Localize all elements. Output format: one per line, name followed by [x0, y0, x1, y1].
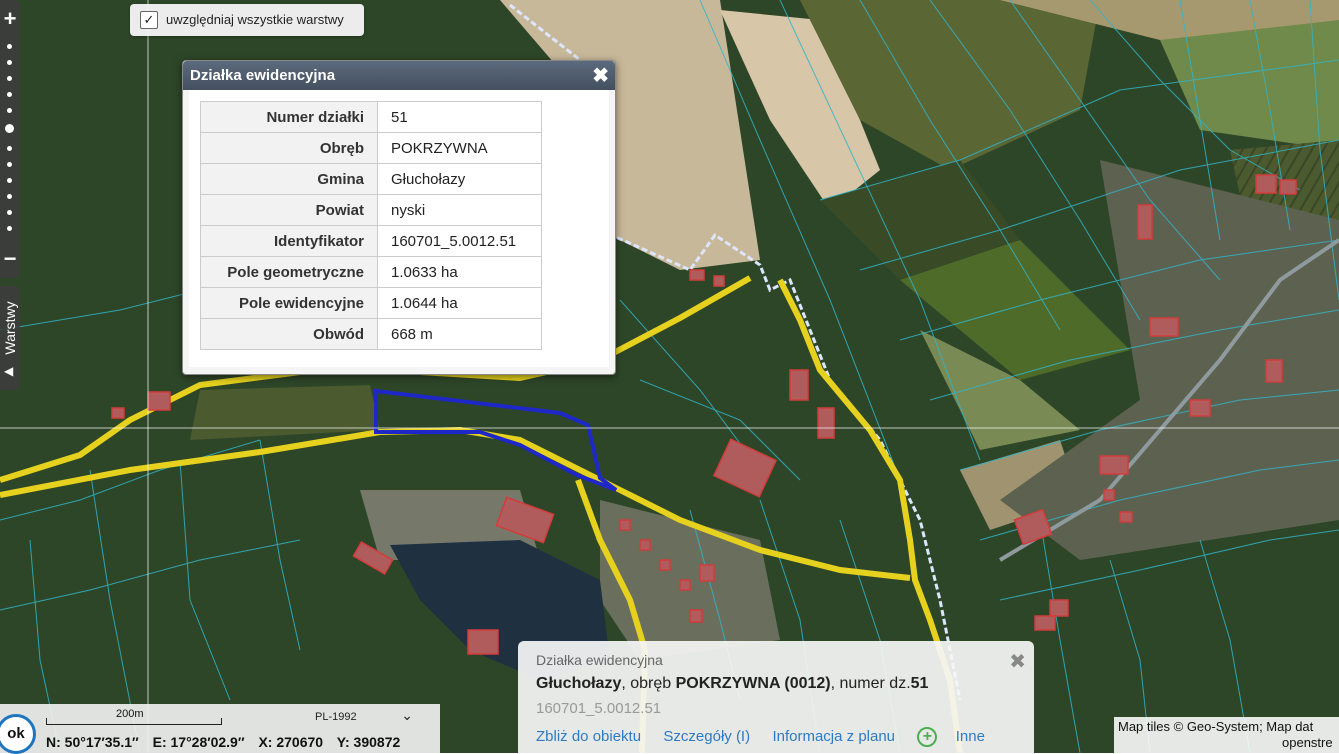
plus-circle-icon[interactable]: + [917, 727, 938, 747]
close-icon[interactable]: ✖ [1009, 649, 1026, 674]
attr-label: Pole geometryczne [200, 256, 378, 288]
attr-value: 668 m [377, 318, 542, 350]
triangle-left-icon: ◀ [4, 364, 14, 378]
info-summary: Głuchołazy, obręb POKRZYWNA (0012), nume… [536, 675, 928, 693]
coord-n: N: 50°17′35.1″ [46, 734, 139, 750]
coord-x: X: 270670 [258, 734, 324, 750]
zoom-level-dot[interactable] [7, 146, 12, 151]
zoom-level-dot[interactable] [7, 44, 12, 49]
zoom-level-dot[interactable] [7, 178, 12, 183]
scale-bar [46, 718, 222, 725]
all-layers-label: uwzględniaj wszystkie warstwy [166, 12, 344, 27]
attr-value: 160701_5.0012.51 [377, 225, 542, 257]
attr-value: 1.0633 ha [377, 256, 542, 288]
zoom-level-dot[interactable] [7, 76, 12, 81]
plan-info-link[interactable]: Informacja z planu [772, 728, 895, 745]
attr-label: Powiat [200, 194, 378, 226]
crs-select[interactable]: PL-1992 ⌄ [313, 707, 417, 725]
ok-button[interactable]: ok [0, 714, 36, 754]
info-obreb: POKRZYWNA (0012) [675, 675, 831, 692]
coordinates-readout: N: 50°17′35.1″ E: 17°28′02.9″ X: 270670 … [46, 734, 410, 750]
zoom-control: + − [0, 0, 20, 278]
attr-label: Identyfikator [200, 225, 378, 257]
table-row: Numer działki 51 [200, 101, 542, 133]
crs-value: PL-1992 [315, 711, 357, 723]
info-numer: 51 [910, 675, 929, 692]
layers-tab-label: Warstwy [2, 301, 18, 355]
popup-body: Numer działki 51 Obręb POKRZYWNA Gmina Głuc… [189, 90, 609, 367]
attr-label: Numer działki [200, 101, 378, 133]
zoom-level-dot[interactable] [7, 60, 12, 65]
layers-tab[interactable]: Warstwy ◀ [0, 286, 20, 390]
close-icon[interactable]: ✖ [592, 63, 609, 88]
attr-label: Obręb [200, 132, 378, 164]
attr-label: Pole ewidencyjne [200, 287, 378, 319]
all-layers-toggle: ✓ uwzględniaj wszystkie warstwy [130, 4, 364, 36]
info-identifier: 160701_5.0012.51 [536, 700, 662, 717]
zoom-level-dot[interactable] [7, 226, 12, 231]
attr-value: nyski [377, 194, 542, 226]
chevron-down-icon: ⌄ [401, 707, 413, 723]
zoom-level-dot[interactable] [7, 92, 12, 97]
table-row: Obręb POKRZYWNA [200, 132, 542, 164]
popup-header: Działka ewidencyjna ✖ [183, 61, 615, 90]
info-sep: , obręb [621, 675, 676, 692]
coord-y: Y: 390872 [336, 734, 401, 750]
zoom-to-object-link[interactable]: Zbliż do obiektu [536, 728, 641, 745]
attr-label: Obwód [200, 318, 378, 350]
info-gmina: Głuchołazy [536, 675, 622, 692]
table-row: Obwód 668 m [200, 318, 542, 350]
other-link[interactable]: Inne [956, 728, 985, 745]
table-row: Pole ewidencyjne 1.0644 ha [200, 287, 542, 319]
zoom-out-button[interactable]: − [0, 248, 20, 270]
zoom-level-current[interactable] [5, 124, 14, 133]
attr-label: Gmina [200, 163, 378, 195]
zoom-in-button[interactable]: + [0, 8, 20, 30]
table-row: Pole geometryczne 1.0633 ha [200, 256, 542, 288]
zoom-level-dot[interactable] [7, 194, 12, 199]
attr-value: 51 [377, 101, 542, 133]
checkbox[interactable]: ✓ [140, 11, 158, 29]
zoom-level-dot[interactable] [7, 210, 12, 215]
map-attribution: Map tiles © Geo-System; Map dat openstre [1114, 717, 1339, 753]
table-row: Identyfikator 160701_5.0012.51 [200, 225, 542, 257]
attribution-line: Map tiles © Geo-System; Map dat [1118, 719, 1314, 734]
info-sep: , numer dz. [830, 675, 911, 692]
info-links: Zbliż do obiektu Szczegóły (I) Informacj… [536, 727, 985, 747]
info-title: Działka ewidencyjna [536, 652, 663, 668]
status-bar: ok 200m PL-1992 ⌄ N: 50°17′35.1″ E: 17°2… [0, 704, 440, 754]
parcel-popup: Działka ewidencyjna ✖ Numer działki 51 Ob… [182, 60, 616, 375]
table-row: Powiat nyski [200, 194, 542, 226]
zoom-level-dot[interactable] [7, 162, 12, 167]
attribution-line: openstre [1282, 735, 1333, 750]
details-link[interactable]: Szczegóły (I) [663, 728, 750, 745]
popup-title: Działka ewidencyjna [190, 67, 336, 84]
table-row: Gmina Głuchołazy [200, 163, 542, 195]
coord-e: E: 17°28′02.9″ [152, 734, 245, 750]
info-panel: ✖ Działka ewidencyjna Głuchołazy, obręb … [518, 641, 1034, 753]
attr-value: POKRZYWNA [377, 132, 542, 164]
attr-value: 1.0644 ha [377, 287, 542, 319]
zoom-level-dot[interactable] [7, 108, 12, 113]
attr-value: Głuchołazy [377, 163, 542, 195]
attribute-table: Numer działki 51 Obręb POKRZYWNA Gmina Głuc… [200, 101, 542, 350]
